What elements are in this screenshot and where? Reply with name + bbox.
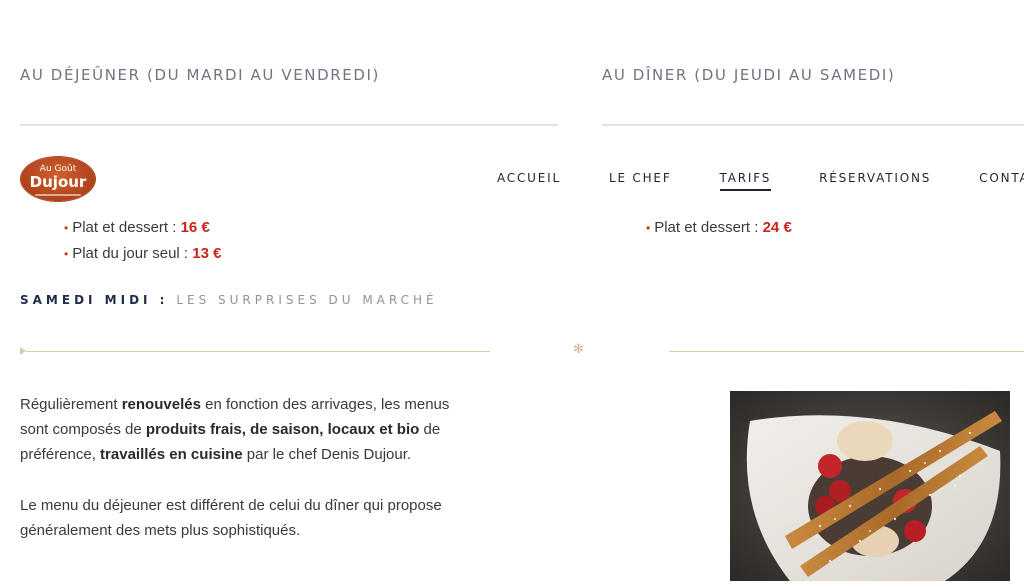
price-label: Plat du jour seul : [72,245,189,262]
bullet-icon: • [64,221,69,235]
divider-line-left [26,351,490,352]
price-label: Plat et dessert : [72,219,177,236]
price-item: • Plat du jour seul : 13 € [64,245,221,262]
bullet-icon: • [64,247,69,261]
logo-underline [35,193,81,196]
description-paragraph-2: Le menu du déjeuner est différent de cel… [20,497,442,539]
samedi-midi: SAMEDI MIDI : LES SURPRISES DU MARCHÉ [20,293,438,307]
samedi-value: LES SURPRISES DU MARCHÉ [176,293,438,307]
nav-accueil[interactable]: ACCUEIL [497,171,561,191]
logo-line2: Dujour [29,172,87,191]
description-paragraph-1: Régulièrement renouvelés en fonction des… [20,392,460,467]
logo[interactable]: Au Goût Dujour [21,157,95,201]
samedi-label: SAMEDI MIDI : [20,293,169,307]
lunch-rule [20,124,558,126]
divider-star-icon: ✻ [573,342,584,357]
text-segment: par le chef Denis Dujour. [242,446,412,463]
dessert-image [730,391,1010,581]
price-value: 16 € [180,219,210,236]
text-segment: Régulièrement [20,396,122,413]
nav-le-chef[interactable]: LE CHEF [609,171,672,191]
main-nav: ACCUEIL LE CHEF TARIFS RÉSERVATIONS CONT… [497,171,1024,191]
bullet-icon: • [646,221,651,235]
price-item: • Plat et dessert : 16 € [64,219,210,236]
price-value: 24 € [762,219,792,236]
dinner-rule [602,124,1024,126]
nav-tarifs[interactable]: TARIFS [719,171,772,191]
text-bold: renouvelés [121,396,201,413]
text-bold: travaillés en cuisine [100,446,243,463]
nav-contact[interactable]: CONTACT [979,171,1024,191]
price-value: 13 € [192,245,222,262]
price-label: Plat et dessert : [654,219,759,236]
text-bold: produits frais, de saison, locaux et bio [145,421,420,438]
lunch-title: AU DÉJEÛNER (DU MARDI AU VENDREDI) [20,66,380,84]
price-item: • Plat et dessert : 24 € [646,219,792,236]
nav-reservations[interactable]: RÉSERVATIONS [819,171,931,191]
divider-line-right [669,351,1024,352]
dessert-photo [730,391,1010,581]
dinner-title: AU DÎNER (DU JEUDI AU SAMEDI) [602,66,896,84]
